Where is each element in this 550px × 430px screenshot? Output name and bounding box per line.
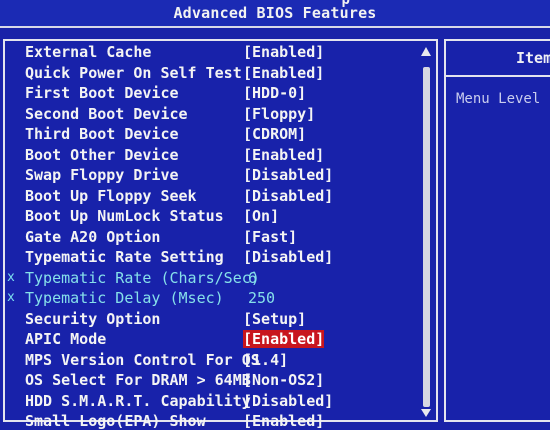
- unavailable-marker: x: [7, 269, 15, 285]
- setting-first-boot-device[interactable]: First Boot Device [HDD-0]: [5, 84, 415, 105]
- setting-quick-power-on-self-test[interactable]: Quick Power On Self Test [Enabled]: [5, 64, 415, 85]
- setting-typematic-delay: x Typematic Delay (Msec) 250: [5, 289, 415, 310]
- setting-swap-floppy-drive[interactable]: Swap Floppy Drive [Disabled]: [5, 166, 415, 187]
- setting-second-boot-device[interactable]: Second Boot Device [Floppy]: [5, 105, 415, 126]
- setting-label: Third Boot Device: [25, 125, 179, 143]
- selected-value[interactable]: [Enabled]: [243, 330, 325, 348]
- setting-typematic-rate-setting[interactable]: Typematic Rate Setting [Disabled]: [5, 248, 415, 269]
- setting-label: Boot Up Floppy Seek: [25, 186, 197, 205]
- unavailable-marker: x: [7, 290, 15, 305]
- setting-value[interactable]: [Disabled]: [243, 166, 333, 184]
- setting-boot-up-numlock-status[interactable]: Boot Up NumLock Status [On]: [5, 207, 415, 228]
- setting-value[interactable]: [Enabled]: [243, 64, 324, 82]
- setting-label: Second Boot Device: [25, 104, 188, 123]
- setting-value: 250: [248, 289, 276, 307]
- setting-label: Typematic Delay (Msec): [25, 289, 224, 307]
- setting-mps-version-control[interactable]: MPS Version Control For OS [1.4]: [5, 351, 415, 372]
- setting-label: Quick Power On Self Test: [25, 63, 242, 82]
- setting-label: Small Logo(EPA) Show: [25, 412, 206, 430]
- setting-value[interactable]: [Disabled]: [243, 187, 333, 205]
- setting-external-cache[interactable]: External Cache [Enabled]: [5, 43, 415, 64]
- setting-gate-a20-option[interactable]: Gate A20 Option [Fast]: [5, 228, 415, 249]
- setting-label: HDD S.M.A.R.T. Capability: [25, 391, 251, 410]
- item-help-panel: Item Menu Level: [444, 39, 550, 422]
- setting-value[interactable]: [Non-OS2]: [243, 371, 324, 389]
- item-help-title: Item: [516, 49, 550, 67]
- setting-value[interactable]: [Enabled]: [243, 412, 324, 430]
- setting-value[interactable]: [HDD-0]: [243, 84, 306, 102]
- setting-label: Swap Floppy Drive: [25, 166, 179, 184]
- setting-label: Security Option: [25, 309, 161, 328]
- setting-label: APIC Mode: [25, 330, 107, 348]
- setting-small-logo-show[interactable]: Small Logo(EPA) Show [Enabled]: [5, 412, 415, 430]
- setting-value[interactable]: [Floppy]: [243, 105, 315, 123]
- setting-label: First Boot Device: [25, 84, 179, 102]
- setting-label: Boot Other Device: [25, 145, 179, 164]
- menu-level-text: Menu Level: [456, 91, 541, 107]
- setting-label: OS Select For DRAM > 64MB: [25, 371, 251, 389]
- setting-label: MPS Version Control For OS: [25, 350, 260, 369]
- bios-screen: ' p'''''''''''''' Advanced BIOS Features…: [0, 0, 550, 430]
- setting-boot-other-device[interactable]: Boot Other Device [Enabled]: [5, 146, 415, 167]
- setting-label: Typematic Rate Setting: [25, 248, 224, 266]
- setting-value: 6: [248, 268, 258, 287]
- setting-value[interactable]: [Disabled]: [243, 392, 333, 410]
- setting-boot-up-floppy-seek[interactable]: Boot Up Floppy Seek [Disabled]: [5, 187, 415, 208]
- setting-security-option[interactable]: Security Option [Setup]: [5, 310, 415, 331]
- setting-typematic-rate: x Typematic Rate (Chars/Sec) 6: [5, 269, 415, 290]
- settings-list: External Cache [Enabled] Quick Power On …: [5, 43, 415, 430]
- scroll-up-arrow-icon[interactable]: [421, 47, 431, 56]
- setting-label: External Cache: [25, 43, 152, 61]
- settings-panel: External Cache [Enabled] Quick Power On …: [3, 39, 438, 430]
- setting-os-select-for-dram[interactable]: OS Select For DRAM > 64MB [Non-OS2]: [5, 371, 415, 392]
- setting-value[interactable]: [CDROM]: [243, 125, 306, 143]
- setting-value[interactable]: [Enabled]: [243, 146, 324, 164]
- setting-label: Gate A20 Option: [25, 227, 161, 246]
- setting-value[interactable]: [Disabled]: [243, 248, 333, 266]
- setting-value-selected[interactable]: [Enabled]: [243, 330, 325, 348]
- setting-value[interactable]: [Fast]: [243, 228, 297, 246]
- setting-apic-mode[interactable]: APIC Mode [Enabled]: [5, 330, 415, 351]
- scroll-down-arrow-icon[interactable]: [421, 409, 431, 417]
- setting-label: Boot Up NumLock Status: [25, 207, 224, 225]
- item-help-header: Item: [446, 41, 550, 77]
- setting-value[interactable]: [Setup]: [243, 310, 306, 328]
- setting-value[interactable]: [On]: [243, 207, 279, 225]
- scroll-thumb[interactable]: [423, 67, 430, 407]
- setting-value[interactable]: [Enabled]: [243, 43, 324, 61]
- scrollbar[interactable]: [418, 45, 436, 417]
- title-bar: ' p'''''''''''''' Advanced BIOS Features: [0, 0, 550, 28]
- setting-third-boot-device[interactable]: Third Boot Device [CDROM]: [5, 125, 415, 146]
- setting-hdd-smart-capability[interactable]: HDD S.M.A.R.T. Capability [Disabled]: [5, 392, 415, 413]
- setting-value[interactable]: [1.4]: [243, 351, 288, 369]
- page-title: Advanced BIOS Features: [173, 4, 377, 22]
- setting-label: Typematic Rate (Chars/Sec): [25, 268, 260, 287]
